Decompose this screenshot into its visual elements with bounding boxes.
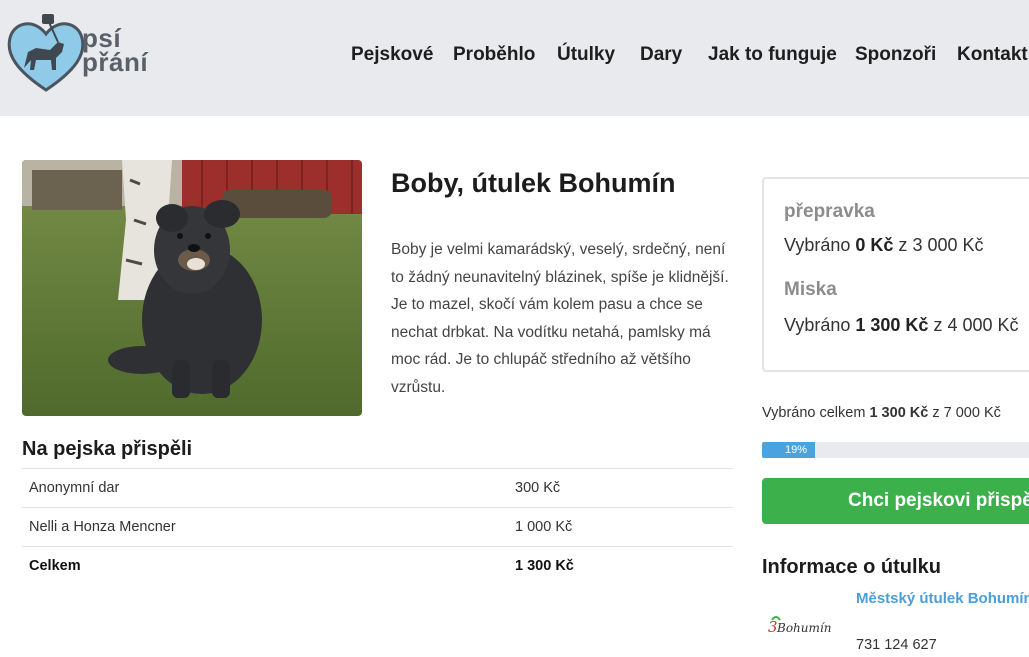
shelter-logo: 3 Bohumín	[766, 612, 842, 642]
collected-total-text: Vybráno celkem 1 300 Kč z 7 000 Kč	[762, 405, 1001, 421]
need-progress-text: Vybráno 1 300 Kč z 4 000 Kč	[784, 315, 1019, 336]
site-header: psí přání Pejskové Proběhlo Útulky Dary …	[0, 0, 1029, 116]
nav-item-kontakt[interactable]: Kontakt	[957, 44, 1028, 66]
table-row-total: Celkem 1 300 Kč	[22, 546, 733, 586]
contributor-name: Anonymní dar	[22, 468, 515, 508]
shelter-phone: 731 124 627	[856, 637, 937, 653]
main-nav: Pejskové Proběhlo Útulky Dary Jak to fun…	[0, 44, 1029, 70]
dog-description: Boby je velmi kamarádský, veselý, srdečn…	[391, 241, 729, 396]
contributor-amount: 300 Kč	[515, 468, 733, 508]
need-prefix: Vybráno	[784, 315, 856, 335]
need-collected: 1 300 Kč	[855, 315, 929, 335]
contributor-amount: 1 000 Kč	[515, 507, 733, 547]
need-name: Miska	[784, 279, 837, 300]
dog-photo[interactable]	[22, 160, 362, 416]
contributors-table: Anonymní dar 300 Kč Nelli a Honza Mencne…	[22, 468, 733, 586]
bohumin-logo-icon: 3 Bohumín	[768, 616, 831, 636]
table-row: Anonymní dar 300 Kč	[22, 468, 733, 508]
need-separator: z	[893, 235, 913, 255]
dog-image	[22, 160, 362, 416]
collected-amount: 1 300 Kč	[869, 405, 929, 421]
shelter-name-link[interactable]: Městský útulek Bohumín	[856, 590, 1029, 607]
need-collected: 0 Kč	[855, 235, 894, 255]
need-progress-text: Vybráno 0 Kč z 3 000 Kč	[784, 235, 984, 256]
contributors-heading: Na pejska přispěli	[22, 438, 193, 460]
total-label: Celkem	[22, 546, 515, 586]
nav-item-utulky[interactable]: Útulky	[557, 44, 615, 66]
nav-item-sponzori[interactable]: Sponzoři	[855, 44, 936, 66]
progress-bar: 19%	[762, 442, 1029, 458]
needs-box: přepravka Vybráno 0 Kč z 3 000 Kč Miska …	[762, 177, 1029, 372]
contribute-button[interactable]: Chci pejskovi přispět	[762, 478, 1029, 524]
nav-item-pejskove[interactable]: Pejskové	[351, 44, 433, 66]
shelter-heading: Informace o útulku	[762, 556, 941, 578]
need-prefix: Vybráno	[784, 235, 856, 255]
total-amount: 1 300 Kč	[515, 546, 733, 586]
need-goal: 4 000 Kč	[947, 315, 1019, 335]
progress-fill: 19%	[762, 442, 816, 458]
need-separator: z	[928, 315, 948, 335]
nav-item-dary[interactable]: Dary	[640, 44, 682, 66]
contributor-name: Nelli a Honza Mencner	[22, 507, 515, 547]
shelter-logo-text: Bohumín	[776, 621, 831, 635]
nav-item-probehlo[interactable]: Proběhlo	[453, 44, 535, 66]
collected-goal: 7 000 Kč	[943, 405, 1001, 421]
collected-prefix: Vybráno celkem	[762, 405, 870, 421]
nav-item-jak-to-funguje[interactable]: Jak to funguje	[708, 44, 837, 66]
need-goal: 3 000 Kč	[912, 235, 984, 255]
table-row: Nelli a Honza Mencner 1 000 Kč	[22, 507, 733, 547]
need-name: přepravka	[784, 201, 875, 222]
dog-title: Boby, útulek Bohumín	[391, 168, 676, 198]
collected-separator: z	[928, 405, 944, 421]
